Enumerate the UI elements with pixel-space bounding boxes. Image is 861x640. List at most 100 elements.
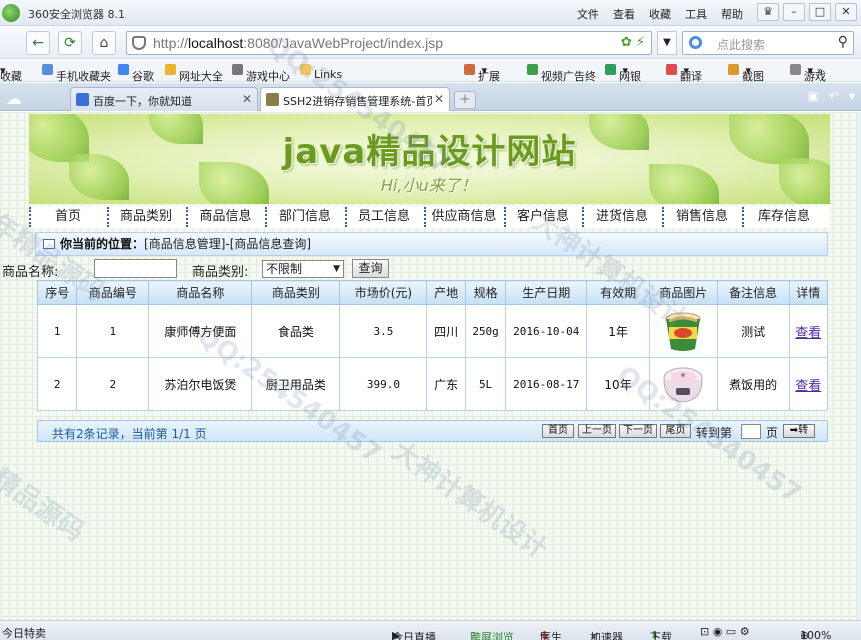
main-nav: 首页 商品类别 商品信息 部门信息 员工信息 供应商信息 客户信息 进货信息 销… xyxy=(29,206,830,228)
toolbar-bank[interactable]: 网银 ▾ xyxy=(605,64,641,83)
cell-remark: 测试 xyxy=(716,304,790,358)
col-category: 商品类别 xyxy=(251,280,341,305)
home-icon[interactable]: ⌂ xyxy=(92,31,116,55)
baidu-paw-icon xyxy=(76,93,89,106)
menu-favorites[interactable]: 收藏 xyxy=(649,6,671,22)
skin-icon[interactable]: ♛ xyxy=(757,3,779,21)
toolbar-translate[interactable]: 翻译 ▾ xyxy=(666,64,702,83)
rice-cooker-image[interactable] xyxy=(661,362,705,406)
bookmark-google[interactable]: 谷歌 xyxy=(118,64,154,83)
col-price: 市场价(元) xyxy=(339,280,428,305)
scrollbar[interactable] xyxy=(857,112,861,620)
menu-tools[interactable]: 工具 xyxy=(685,6,707,22)
search-filter: 商品名称: 商品类别: 不限制 ▼ 查询 xyxy=(0,258,420,280)
nav-customer[interactable]: 客户信息 xyxy=(504,206,582,228)
toolbar-game[interactable]: 游戏 ▾ » xyxy=(790,64,826,83)
cloud-icon[interactable]: ☁ xyxy=(6,89,22,108)
product-name-label: 商品名称: xyxy=(2,265,59,280)
address-url[interactable]: http://localhost:8080/JavaWebProject/ind… xyxy=(153,35,443,51)
cell-price: 3.5 xyxy=(339,304,428,358)
site-banner: java精品设计网站 Hi,小u来了！ xyxy=(29,114,830,204)
chevron-down-icon: ▼ xyxy=(333,264,340,274)
toolbar-extensions[interactable]: 扩展 ▾ xyxy=(464,64,500,83)
site-title: java精品设计网站 xyxy=(282,132,577,172)
cell-code: 2 xyxy=(76,357,150,411)
menu-help[interactable]: 帮助 xyxy=(721,6,743,22)
cell-spec: 250g xyxy=(464,304,507,358)
undo-close-icon[interactable]: ↶ xyxy=(829,89,839,103)
product-category-select[interactable]: 不限制 ▼ xyxy=(262,260,344,278)
cell-code: 1 xyxy=(76,304,150,358)
cell-detail: 查看 xyxy=(788,357,828,411)
page-number-input[interactable] xyxy=(741,424,761,439)
gamepad-icon xyxy=(232,64,243,75)
product-table: 序号 商品编号 商品名称 商品类别 市场价(元) 产地 规格 生产日期 有效期 … xyxy=(36,280,828,411)
next-page-button[interactable]: 下一页 xyxy=(619,424,657,438)
close-window-button[interactable]: ✕ xyxy=(835,3,857,21)
tab-tools: ▣ ↶ ▾ xyxy=(808,89,855,103)
bookmark-hao[interactable]: 网址大全 xyxy=(165,64,223,83)
extension-icon xyxy=(464,64,475,75)
bookmark-games[interactable]: 游戏中心 xyxy=(232,64,290,83)
menu-file[interactable]: 文件 xyxy=(577,6,599,22)
product-category-label: 商品类别: xyxy=(192,265,249,280)
nav-purchase[interactable]: 进货信息 xyxy=(582,206,662,228)
toolbar-screenshot[interactable]: 截图 ▾ xyxy=(728,64,764,83)
site-slogan: Hi,小u来了！ xyxy=(381,176,477,195)
col-image: 商品图片 xyxy=(648,280,718,305)
nav-supplier[interactable]: 供应商信息 xyxy=(424,206,504,228)
new-tab-button[interactable]: + xyxy=(454,91,476,109)
prev-page-button[interactable]: 上一页 xyxy=(578,424,616,438)
search-engine-icon[interactable] xyxy=(689,36,702,49)
nav-employee[interactable]: 员工信息 xyxy=(345,206,423,228)
toolbar-adblock[interactable]: 视频广告终 xyxy=(527,64,596,83)
address-bar[interactable]: http://localhost:8080/JavaWebProject/ind… xyxy=(126,31,652,55)
first-page-button[interactable]: 首页 xyxy=(542,424,574,438)
hao-icon xyxy=(165,64,176,75)
nav-inventory[interactable]: 库存信息 xyxy=(742,206,826,228)
close-icon[interactable]: ✕ xyxy=(242,92,252,106)
back-icon[interactable]: ← xyxy=(26,31,50,55)
tab-ssh2[interactable]: SSH2进销存销售管理系统-首页 ✕ xyxy=(260,87,450,111)
col-name: 商品名称 xyxy=(148,280,253,305)
go-button[interactable]: ➡转 xyxy=(783,424,815,438)
window-controls: ♛ – □ ✕ xyxy=(757,3,857,21)
minimize-button[interactable]: – xyxy=(783,3,805,21)
browser-logo-icon xyxy=(2,4,20,22)
search-box[interactable]: 点此搜索 ⚲ xyxy=(682,31,854,55)
tab-baidu[interactable]: 百度一下，你就知道 ✕ xyxy=(70,87,258,111)
maximize-button[interactable]: □ xyxy=(809,3,831,21)
last-page-button[interactable]: 尾页 xyxy=(660,424,691,438)
nav-department[interactable]: 部门信息 xyxy=(265,206,345,228)
chevron-down-icon[interactable]: ▼ xyxy=(657,31,677,55)
chevron-down-icon[interactable]: ▾ xyxy=(849,89,855,103)
pagination-bar: 共有2条记录，当前第 1/1 页 首页 上一页 下一页 尾页 转到第 页 ➡转 xyxy=(37,420,828,442)
refresh-icon[interactable]: ⟳ xyxy=(58,31,82,55)
address-tools-icon[interactable]: ✿ ⚡ xyxy=(621,35,645,50)
tab-list-icon[interactable]: ▣ xyxy=(808,89,819,103)
cell-index: 2 xyxy=(36,357,78,411)
col-date: 生产日期 xyxy=(505,280,588,305)
nav-home[interactable]: 首页 xyxy=(29,206,107,228)
cell-index: 1 xyxy=(36,304,78,358)
nav-product-category[interactable]: 商品类别 xyxy=(107,206,185,228)
nav-product-info[interactable]: 商品信息 xyxy=(186,206,265,228)
cell-image xyxy=(648,357,718,411)
view-detail-link[interactable]: 查看 xyxy=(795,379,821,394)
bookmark-favorites[interactable]: 收藏 ▾ xyxy=(0,64,22,83)
google-icon xyxy=(118,64,129,75)
close-icon[interactable]: ✕ xyxy=(431,92,444,106)
noodle-cup-image[interactable] xyxy=(661,309,705,353)
bookmark-links[interactable]: Links xyxy=(300,64,342,81)
product-name-input[interactable] xyxy=(94,259,177,278)
nav-sales[interactable]: 销售信息 xyxy=(662,206,742,228)
status-tools-icon[interactable]: ⊡ ◉ ▭ ⚙ xyxy=(700,625,750,638)
view-detail-link[interactable]: 查看 xyxy=(795,326,821,341)
status-deals[interactable]: 今日特卖 xyxy=(2,625,46,640)
search-icon[interactable]: ⚲ xyxy=(838,34,848,50)
query-button[interactable]: 查询 xyxy=(352,259,389,278)
breadcrumb-label: 你当前的位置： xyxy=(60,237,145,251)
menu-view[interactable]: 查看 xyxy=(613,6,635,22)
cell-date: 2016-10-04 xyxy=(505,304,588,358)
bookmark-mobile[interactable]: 手机收藏夹 xyxy=(42,64,111,83)
